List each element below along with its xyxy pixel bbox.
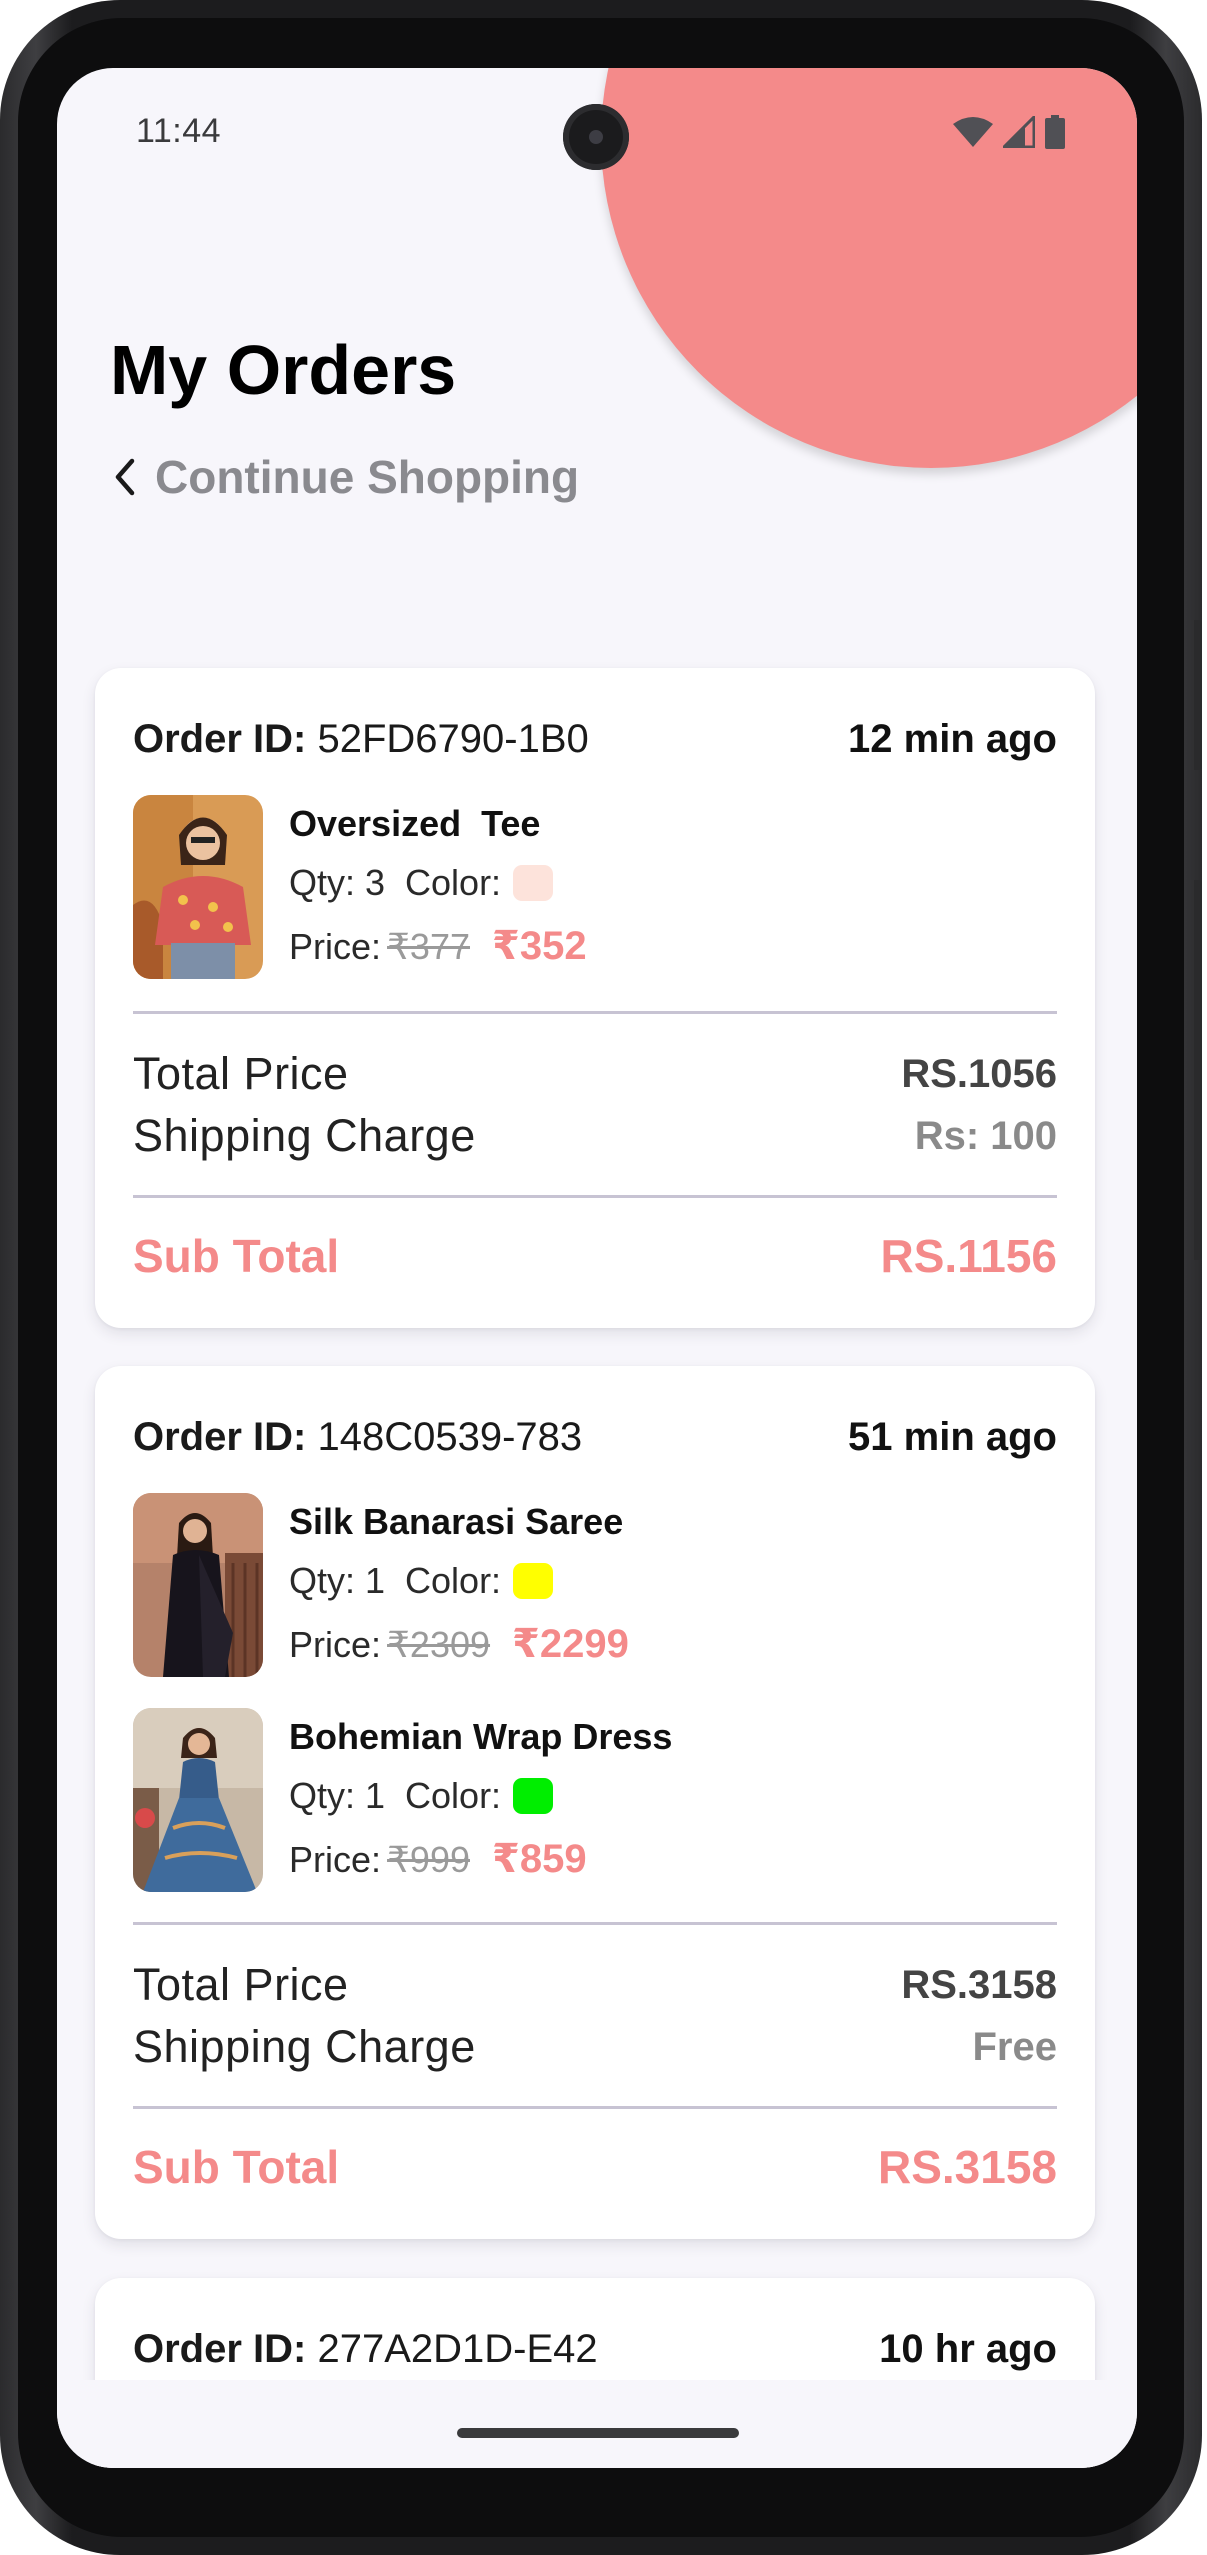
order-id-label: Order ID: xyxy=(133,716,307,761)
order-time: 10 hr ago xyxy=(879,2326,1057,2371)
order-id: Order ID: 277A2D1D-E42 xyxy=(133,2327,598,2372)
shipping-label: Shipping Charge xyxy=(133,2021,476,2072)
order-id-label: Order ID: xyxy=(133,1414,307,1459)
subtotal-row: Sub Total RS.3158 xyxy=(133,2139,1057,2195)
color-swatch xyxy=(513,1563,554,1599)
product-thumbnail xyxy=(133,795,263,979)
order-time: 12 min ago xyxy=(848,716,1057,761)
order-header: Order ID: 148C0539-783 51 min ago xyxy=(133,1410,1057,1464)
total-price-value: RS.1056 xyxy=(901,1051,1057,1096)
total-price-value: RS.3158 xyxy=(901,1962,1057,2007)
product-qty: Qty: 1 Color: xyxy=(289,1775,554,1816)
order-item[interactable]: Silk Banarasi Saree Qty: 1 Color: Price:… xyxy=(133,1493,1057,1677)
volume-button xyxy=(1194,620,1202,770)
orders-list: Order ID: 52FD6790-1B0 12 min ago Oversi… xyxy=(57,68,1137,2468)
navigation-bar xyxy=(57,2380,1137,2468)
product-name: Bohemian Wrap Dress xyxy=(289,1716,673,1757)
product-thumbnail xyxy=(133,1493,263,1677)
price-label: Price: xyxy=(289,1839,382,1880)
shipping-row: Shipping Charge Free xyxy=(133,2019,1057,2075)
shipping-value: Free xyxy=(972,2024,1058,2069)
price-label: Price: xyxy=(289,1624,382,1665)
order-id-label: Order ID: xyxy=(133,2326,307,2371)
divider xyxy=(133,2106,1057,2109)
product-name: Oversized Tee xyxy=(289,803,541,844)
order-id: Order ID: 148C0539-783 xyxy=(133,1415,582,1460)
order-item[interactable]: Oversized Tee Qty: 3 Color: Price: ₹377 … xyxy=(133,795,1057,979)
order-id-value: 52FD6790-1B0 xyxy=(317,716,589,761)
product-price: Price: ₹2309 ₹2299 xyxy=(289,1621,629,1669)
order-time: 51 min ago xyxy=(848,1414,1057,1459)
price-label: Price: xyxy=(289,926,382,967)
total-price-label: Total Price xyxy=(133,1048,349,1099)
divider xyxy=(133,1922,1057,1925)
shipping-value: Rs: 100 xyxy=(914,1113,1057,1158)
product-qty: Qty: 3 Color: xyxy=(289,862,554,903)
product-price: Price: ₹377 ₹352 xyxy=(289,923,587,971)
order-item[interactable]: Bohemian Wrap Dress Qty: 1 Color: Price:… xyxy=(133,1708,1057,1892)
order-id: Order ID: 52FD6790-1B0 xyxy=(133,717,589,762)
shipping-label: Shipping Charge xyxy=(133,1110,476,1161)
total-price-row: Total Price RS.1056 xyxy=(133,1046,1057,1102)
shipping-row: Shipping Charge Rs: 100 xyxy=(133,1108,1057,1164)
order-header: Order ID: 277A2D1D-E42 10 hr ago xyxy=(133,2322,1057,2376)
discounted-price: ₹859 xyxy=(492,1837,587,1881)
screen: 11:44 My Orders Continue Shopping Order … xyxy=(57,68,1137,2468)
subtotal-value: RS.3158 xyxy=(877,2141,1057,2193)
home-gesture-handle[interactable] xyxy=(457,2428,739,2438)
discounted-price: ₹2299 xyxy=(512,1622,629,1666)
divider xyxy=(133,1195,1057,1198)
color-swatch xyxy=(513,865,554,901)
original-price: ₹999 xyxy=(387,1839,470,1880)
subtotal-label: Sub Total xyxy=(133,1230,340,1282)
product-thumbnail xyxy=(133,1708,263,1892)
qty-color-label: Qty: 1 Color: xyxy=(289,1560,502,1601)
discounted-price: ₹352 xyxy=(492,924,587,968)
qty-color-label: Qty: 3 Color: xyxy=(289,862,502,903)
order-card[interactable]: Order ID: 52FD6790-1B0 12 min ago Oversi… xyxy=(95,668,1095,1328)
subtotal-row: Sub Total RS.1156 xyxy=(133,1228,1057,1284)
product-price: Price: ₹999 ₹859 xyxy=(289,1836,587,1884)
total-price-label: Total Price xyxy=(133,1959,349,2010)
order-card[interactable]: Order ID: 148C0539-783 51 min ago Silk B… xyxy=(95,1366,1095,2239)
product-name: Silk Banarasi Saree xyxy=(289,1501,624,1542)
original-price: ₹2309 xyxy=(387,1624,491,1665)
qty-color-label: Qty: 1 Color: xyxy=(289,1775,502,1816)
order-id-value: 148C0539-783 xyxy=(317,1414,583,1459)
order-id-value: 277A2D1D-E42 xyxy=(317,2326,598,2371)
original-price: ₹377 xyxy=(387,926,470,967)
color-swatch xyxy=(513,1778,554,1814)
subtotal-label: Sub Total xyxy=(133,2141,340,2193)
product-qty: Qty: 1 Color: xyxy=(289,1560,554,1601)
total-price-row: Total Price RS.3158 xyxy=(133,1957,1057,2013)
order-header: Order ID: 52FD6790-1B0 12 min ago xyxy=(133,712,1057,766)
divider xyxy=(133,1011,1057,1014)
power-button xyxy=(1194,880,1202,1260)
subtotal-value: RS.1156 xyxy=(880,1230,1057,1282)
